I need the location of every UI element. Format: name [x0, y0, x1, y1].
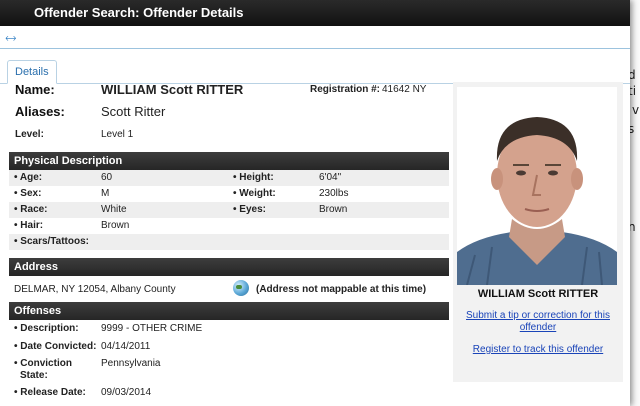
description-label: • Description: [14, 323, 79, 334]
level-row: Level: Level 1 [9, 126, 449, 152]
offender-details-dialog: Offender Search: Offender Details 🡘 Deta… [0, 0, 630, 406]
globe-icon [233, 280, 249, 296]
race-value: White [101, 204, 127, 215]
level-label: Level: [15, 129, 44, 140]
submit-tip-link-line2[interactable]: offender [520, 322, 557, 333]
dialog-toolbar: 🡘 [0, 26, 630, 49]
scars-tattoos-label: • Scars/Tattoos: [14, 236, 89, 247]
photo-panel: WILLIAM Scott RITTER Submit a tip or cor… [453, 82, 623, 382]
aliases-label: Aliases: [15, 104, 65, 119]
sex-value: M [101, 188, 110, 199]
name-label: Name: [15, 82, 55, 97]
physical-row: • Hair: Brown [9, 218, 449, 234]
offense-row: • Conviction State: Pennsylvania [9, 356, 449, 384]
hair-label: • Hair: [14, 220, 44, 231]
address-row: DELMAR, NY 12054, Albany County (Address… [9, 276, 449, 302]
physical-row: • Race: White • Eyes: Brown [9, 202, 449, 218]
submit-tip-link-line1[interactable]: Submit a tip or correction for this [466, 310, 610, 321]
offenses-header: Offenses [9, 302, 449, 320]
release-date-value: 09/03/2014 [101, 387, 152, 398]
age-value: 60 [101, 172, 113, 183]
race-label: • Race: [14, 204, 48, 215]
conviction-state-value: Pennsylvania [101, 358, 161, 369]
registration-number: 41642 NY [382, 84, 427, 95]
address-line: DELMAR, NY 12054, Albany County [14, 284, 176, 295]
dialog-title: Offender Search: Offender Details [0, 0, 630, 26]
offense-row: • Release Date: 09/03/2014 [9, 384, 449, 402]
register-track-link[interactable]: Register to track this offender [459, 344, 617, 356]
eyes-value: Brown [319, 204, 348, 215]
description-value: 9999 - OTHER CRIME [101, 323, 203, 334]
height-value: 6'04" [319, 172, 342, 183]
conviction-state-label-line1: • Conviction [14, 358, 72, 369]
height-label: • Height: [233, 172, 274, 183]
eyes-label: • Eyes: [233, 204, 266, 215]
physical-description-header: Physical Description [9, 152, 449, 170]
tab-details[interactable]: Details [7, 60, 57, 84]
weight-label: • Weight: [233, 188, 276, 199]
offender-name: WILLIAM Scott RITTER [101, 82, 244, 97]
weight-value: 230lbs [319, 188, 349, 199]
photo-caption: WILLIAM Scott RITTER [477, 288, 599, 300]
date-convicted-value: 04/14/2011 [101, 341, 151, 352]
physical-row: • Age: 60 • Height: 6'04" [9, 170, 449, 186]
offense-row: • Date Convicted: 04/14/2011 [9, 338, 449, 356]
address-header: Address [9, 258, 449, 276]
release-date-label: • Release Date: [14, 387, 86, 398]
back-arrow-icon[interactable]: 🡘 [5, 34, 17, 45]
map-note: (Address not mappable at this time) [256, 284, 427, 295]
physical-row: • Scars/Tattoos: [9, 234, 449, 250]
aliases-row: Aliases: Scott Ritter [9, 104, 449, 126]
name-row: Name: WILLIAM Scott RITTER Registration … [9, 82, 449, 104]
physical-row: • Sex: M • Weight: 230lbs [9, 186, 449, 202]
background-text: v [632, 103, 640, 117]
conviction-state-label-line2: State: [20, 370, 48, 381]
aliases-value: Scott Ritter [101, 104, 166, 119]
offender-photo [457, 87, 617, 285]
sex-label: • Sex: [14, 188, 42, 199]
age-label: • Age: [14, 172, 43, 183]
offense-row: • Description: 9999 - OTHER CRIME [9, 320, 449, 338]
tab-bar: Details [0, 53, 630, 84]
date-convicted-label: • Date Convicted: [14, 341, 97, 352]
level-value: Level 1 [101, 129, 134, 140]
hair-value: Brown [101, 220, 130, 231]
details-panel: Name: WILLIAM Scott RITTER Registration … [9, 82, 449, 402]
submit-tip-link[interactable]: Submit a tip or correction for this offe… [459, 310, 617, 334]
conviction-state-label: • Conviction State: [14, 358, 72, 382]
registration-label: Registration #: [310, 84, 381, 95]
